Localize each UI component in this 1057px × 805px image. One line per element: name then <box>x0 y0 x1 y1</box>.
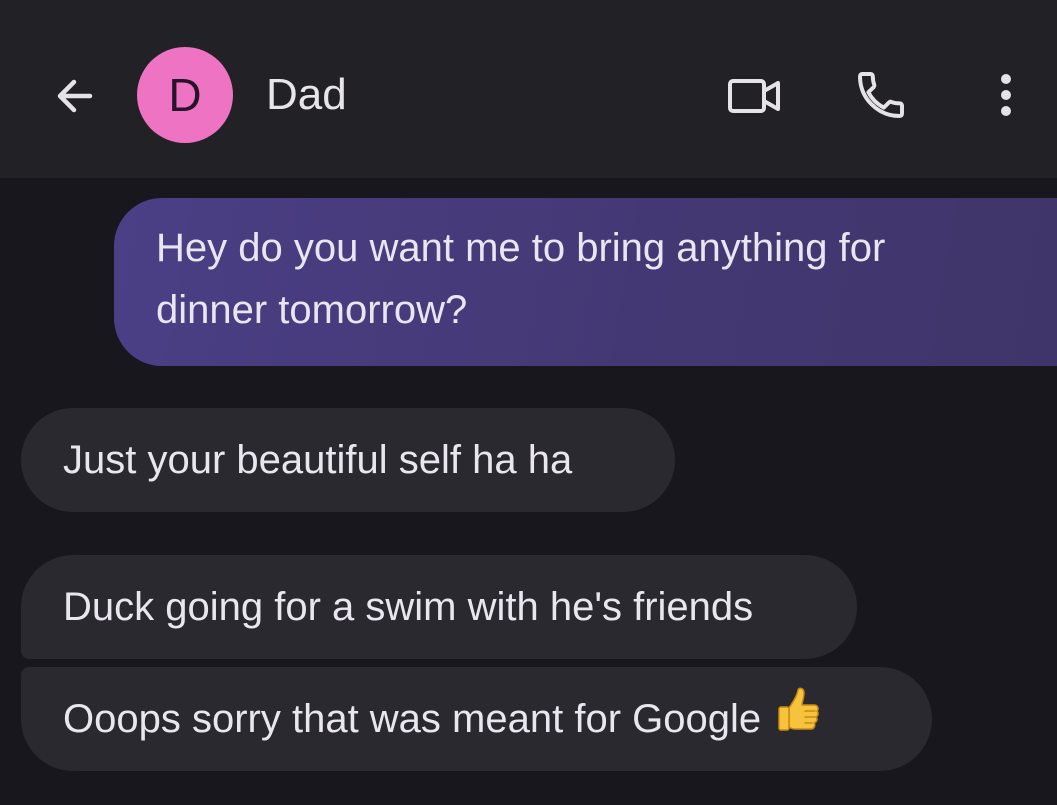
more-options-button[interactable] <box>980 62 1032 128</box>
arrow-left-icon <box>57 79 93 113</box>
phone-icon <box>858 72 904 118</box>
avatar[interactable]: D <box>137 47 233 143</box>
avatar-initial: D <box>168 69 202 121</box>
video-call-button[interactable] <box>720 64 790 128</box>
message-text: Duck going for a swim with he's friends <box>63 585 754 629</box>
message-text: Hey do you want me to bring anything for… <box>156 226 886 332</box>
incoming-message[interactable]: Duck going for a swim with he's friends <box>21 555 857 659</box>
thumbs-up-icon <box>775 686 821 752</box>
back-button[interactable] <box>44 66 104 126</box>
incoming-message[interactable]: Just your beautiful self ha ha <box>21 408 675 512</box>
more-vertical-icon <box>1001 74 1011 116</box>
incoming-message[interactable]: Ooops sorry that was meant for Google <box>21 667 932 771</box>
outgoing-message[interactable]: Hey do you want me to bring anything for… <box>114 198 1057 366</box>
phone-call-button[interactable] <box>846 62 916 128</box>
contact-name[interactable]: Dad <box>266 66 347 124</box>
message-text: Just your beautiful self ha ha <box>63 438 573 482</box>
conversation-header: D Dad <box>0 0 1057 178</box>
message-text: Ooops sorry that was meant for Google <box>63 697 762 741</box>
video-call-icon <box>728 79 780 113</box>
